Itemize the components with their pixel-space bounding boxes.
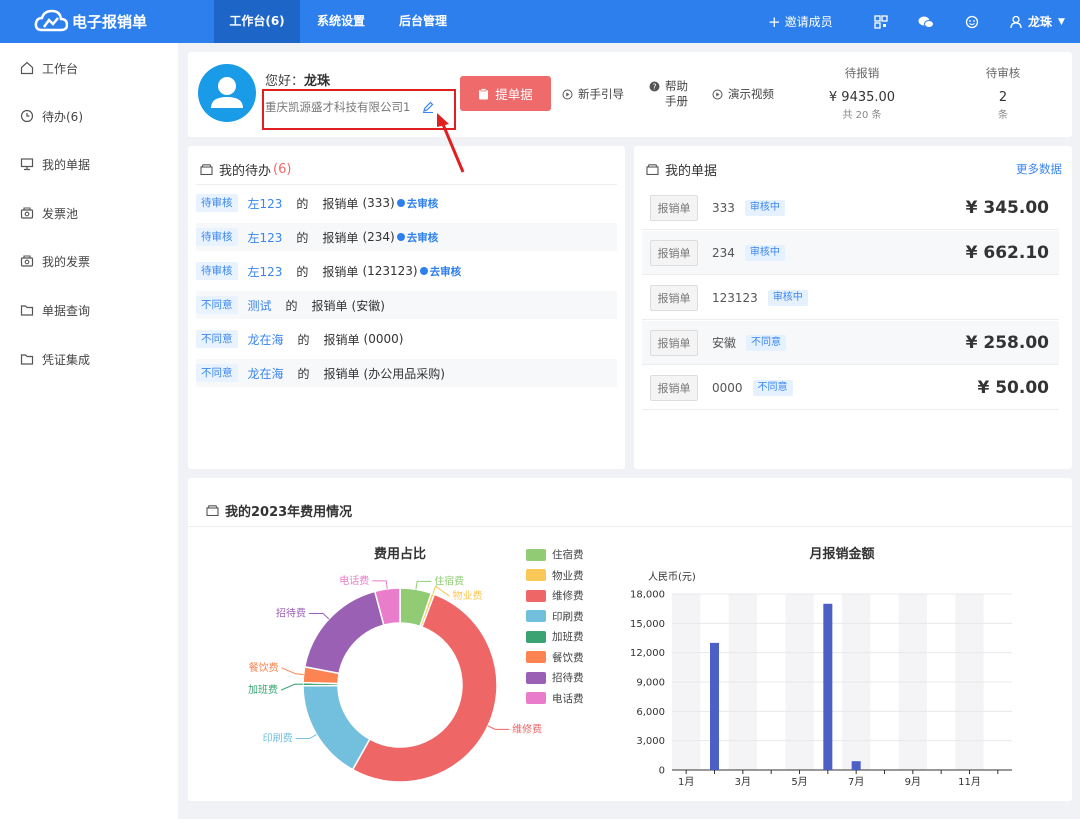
legend-item[interactable]: 招待费 [526, 670, 584, 685]
y-tick-label: 15,000 [630, 619, 665, 630]
y-tick-label: 18,000 [630, 590, 665, 601]
legend-label: 招待费 [552, 672, 584, 684]
y-tick-label: 12,000 [630, 648, 665, 659]
legend-item[interactable]: 物业费 [526, 568, 584, 583]
pie-label-line [309, 613, 330, 620]
legend-swatch [526, 671, 546, 684]
pie-label-line [415, 580, 432, 590]
pie-slice[interactable] [302, 684, 371, 771]
pie-slice-label: 加班费 [248, 683, 278, 696]
legend-item[interactable]: 加班费 [526, 629, 584, 644]
legend-swatch [526, 569, 546, 581]
legend-item[interactable]: 电话费 [526, 691, 584, 706]
bar[interactable] [823, 603, 833, 770]
x-tick-label: 7月 [848, 776, 864, 788]
pie-label-line [372, 580, 388, 589]
x-tick-label: 3月 [735, 776, 751, 788]
bar[interactable] [710, 642, 719, 770]
annotation-arrow [437, 113, 465, 173]
pie-chart: 费用占比住宿费物业费维修费印刷费 加班费 餐饮费 招待费 电话费 [248, 546, 542, 783]
legend-item[interactable]: 印刷费 [526, 609, 584, 624]
legend-label: 加班费 [552, 631, 584, 643]
pie-slice[interactable] [303, 590, 385, 675]
bar-chart: 月报销金额人民币(元) 18,000 15,000 12,000 9,000 6,000 3… [630, 546, 1012, 788]
legend-swatch [526, 548, 546, 561]
y-axis-label: 人民币(元) [648, 571, 696, 583]
pie-slice-label: 维修费 [512, 722, 542, 735]
x-tick-label: 9月 [905, 776, 921, 788]
legend-label: 维修费 [552, 590, 584, 602]
legend-swatch [526, 651, 546, 663]
legend-label: 餐饮费 [552, 651, 584, 664]
bar-title: 月报销金额 [808, 546, 874, 562]
legend-item[interactable]: 餐饮费 [526, 650, 584, 665]
y-tick-label: 3,000 [636, 736, 665, 747]
pie-title: 费用占比 [374, 546, 426, 562]
legend-swatch [526, 692, 546, 704]
pie-slice-label: 电话费 [339, 574, 369, 587]
y-tick-label: 9,000 [636, 678, 665, 689]
legend-label: 住宿费 [552, 549, 584, 561]
pie-slice-label: 招待费 [276, 607, 306, 620]
legend-swatch [526, 630, 546, 643]
legend-item[interactable]: 住宿费 [526, 547, 584, 562]
legend-label: 电话费 [552, 692, 584, 705]
y-tick-label: 6,000 [636, 707, 665, 718]
pie-label-line [280, 683, 304, 691]
pie-label-line [487, 725, 510, 730]
legend-label: 印刷费 [552, 610, 584, 623]
pie-slice-label: 住宿费 [434, 574, 464, 587]
x-tick-label: 5月 [791, 776, 807, 788]
y-tick-label: 0 [659, 766, 665, 777]
legend-swatch [526, 610, 546, 622]
legend-label: 物业费 [552, 569, 584, 582]
pie-slice-label: 物业费 [453, 589, 483, 602]
bar[interactable] [851, 761, 861, 770]
pie-label-line [295, 733, 317, 739]
x-tick-label: 11月 [958, 776, 981, 788]
pie-slice-label: 印刷费 [263, 731, 293, 744]
legend-item[interactable]: 维修费 [526, 588, 584, 603]
x-tick-label: 1月 [678, 776, 694, 788]
legend-swatch [526, 589, 546, 602]
pie-slice-label: 餐饮费 [249, 661, 279, 674]
pie-label-line [281, 667, 304, 676]
